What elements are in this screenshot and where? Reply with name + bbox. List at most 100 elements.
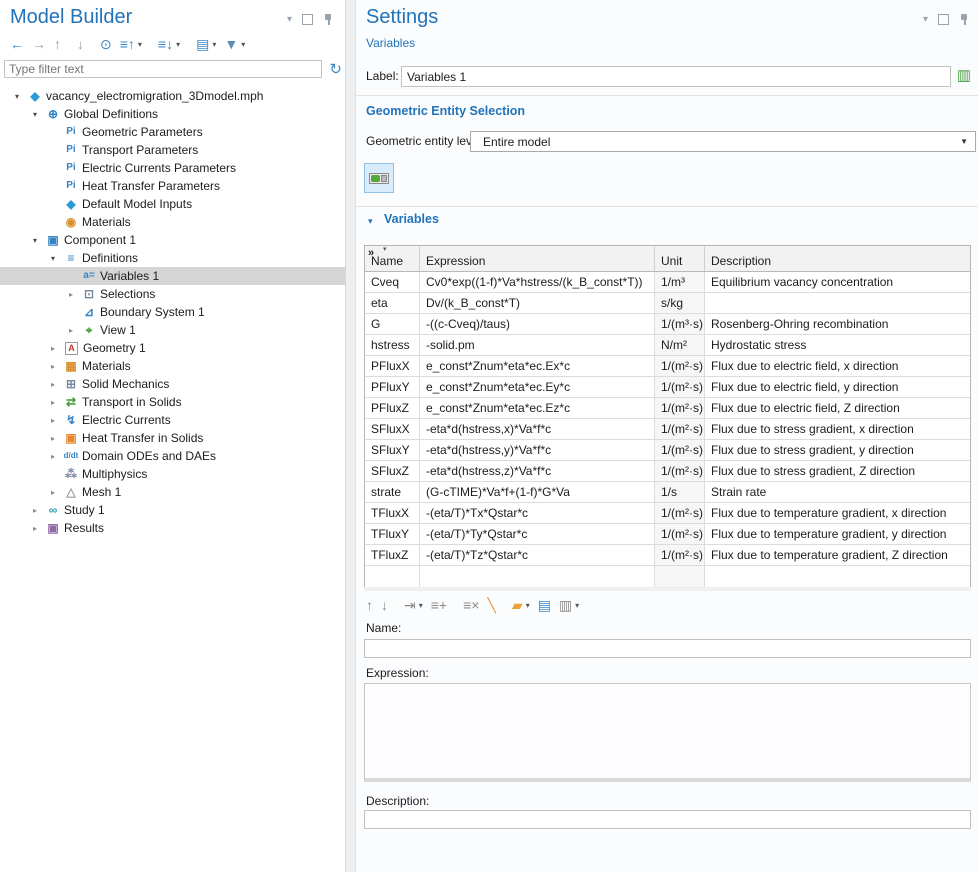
- tree-item-vacancy-electromigration-3dmodel-mph[interactable]: ▾◆vacancy_electromigration_3Dmodel.mph: [0, 87, 345, 105]
- cell-name[interactable]: PFluxY: [365, 377, 420, 397]
- expand-all-button[interactable]: ≡↑▾: [116, 34, 146, 54]
- refresh-icon[interactable]: ↻: [329, 60, 342, 78]
- cell-name[interactable]: [365, 566, 420, 587]
- expander-collapsed-icon[interactable]: ▸: [26, 506, 44, 515]
- cell-description[interactable]: Flux due to temperature gradient, x dire…: [705, 503, 970, 523]
- move-up-button[interactable]: ↑: [50, 34, 65, 54]
- column-header-description[interactable]: Description: [705, 246, 970, 271]
- expander-collapsed-icon[interactable]: ▸: [26, 524, 44, 533]
- cell-expression[interactable]: e_const*Znum*eta*ec.Ex*c: [420, 356, 655, 376]
- label-field-input[interactable]: [401, 66, 951, 87]
- tree-item-transport-in-solids[interactable]: ▸⇄Transport in Solids: [0, 393, 345, 411]
- cell-description[interactable]: Flux due to electric field, x direction: [705, 356, 970, 376]
- table-settings-dropdown[interactable]: ▾: [575, 601, 579, 610]
- tree-item-view-1[interactable]: ▸⌖View 1: [0, 321, 345, 339]
- cell-expression[interactable]: e_const*Znum*eta*ec.Ey*c: [420, 377, 655, 397]
- cell-description[interactable]: Flux due to temperature gradient, y dire…: [705, 524, 970, 544]
- move-up-button[interactable]: ↑: [362, 595, 377, 615]
- table-hscrollbar[interactable]: [364, 587, 971, 591]
- cell-unit[interactable]: 1/s: [655, 482, 705, 502]
- back-button[interactable]: ←: [6, 34, 28, 54]
- tree-item-definitions[interactable]: ▾≡Definitions: [0, 249, 345, 267]
- table-row-strate[interactable]: strate(G-cTIME)*Va*f+(1-f)*G*Va1/sStrain…: [365, 482, 970, 503]
- tree-item-geometry-1[interactable]: ▸AGeometry 1: [0, 339, 345, 357]
- table-row-tfluxz[interactable]: TFluxZ-(eta/T)*Tz*Qstar*c1/(m²·s)Flux du…: [365, 545, 970, 566]
- cell-name[interactable]: SFluxX: [365, 419, 420, 439]
- table-row-cveq[interactable]: CveqCv0*exp((1-f)*Va*hstress/(k_B_const*…: [365, 272, 970, 293]
- table-row-tfluxy[interactable]: TFluxY-(eta/T)*Ty*Qstar*c1/(m²·s)Flux du…: [365, 524, 970, 545]
- cell-description[interactable]: Equilibrium vacancy concentration: [705, 272, 970, 292]
- save-to-file-button[interactable]: ▤: [534, 595, 555, 615]
- cell-description[interactable]: Strain rate: [705, 482, 970, 502]
- cell-name[interactable]: SFluxY: [365, 440, 420, 460]
- cell-name[interactable]: TFluxX: [365, 503, 420, 523]
- collapse-all-dropdown[interactable]: ▾: [176, 40, 180, 49]
- cell-expression[interactable]: e_const*Znum*eta*ec.Ez*c: [420, 398, 655, 418]
- table-row-eta[interactable]: etaDv/(k_B_const*T)s/kg: [365, 293, 970, 314]
- name-field-input[interactable]: [364, 639, 971, 658]
- clear-table-button[interactable]: ╲: [483, 595, 499, 615]
- tree-item-mesh-1[interactable]: ▸△Mesh 1: [0, 483, 345, 501]
- cell-unit[interactable]: 1/(m²·s): [655, 398, 705, 418]
- tree-item-results[interactable]: ▸▣Results: [0, 519, 345, 537]
- float-panel-icon[interactable]: [938, 14, 949, 25]
- move-down-button[interactable]: ↓: [73, 34, 88, 54]
- table-row-tfluxx[interactable]: TFluxX-(eta/T)*Tx*Qstar*c1/(m²·s)Flux du…: [365, 503, 970, 524]
- column-options-dropdown[interactable]: ▾: [383, 245, 387, 253]
- cell-expression[interactable]: -(eta/T)*Ty*Qstar*c: [420, 524, 655, 544]
- tree-item-materials[interactable]: ◉Materials: [0, 213, 345, 231]
- expander-collapsed-icon[interactable]: ▸: [44, 362, 62, 371]
- cell-name[interactable]: hstress: [365, 335, 420, 355]
- collapse-panel-icon[interactable]: ▾: [287, 15, 292, 25]
- tree-item-study-1[interactable]: ▸∞Study 1: [0, 501, 345, 519]
- expander-collapsed-icon[interactable]: ▸: [44, 452, 62, 461]
- table-settings-button[interactable]: ▥▾: [555, 595, 583, 615]
- tree-item-geometric-parameters[interactable]: PiGeometric Parameters: [0, 123, 345, 141]
- collapse-panel-icon[interactable]: ▾: [923, 15, 928, 25]
- cell-description[interactable]: [705, 293, 970, 313]
- tree-item-boundary-system-1[interactable]: ⊿Boundary System 1: [0, 303, 345, 321]
- cell-unit[interactable]: 1/(m²·s): [655, 419, 705, 439]
- cell-expression[interactable]: -(eta/T)*Tz*Qstar*c: [420, 545, 655, 565]
- cell-description[interactable]: Flux due to stress gradient, Z direction: [705, 461, 970, 481]
- add-row-button[interactable]: ≡+: [427, 595, 451, 615]
- settings-subtitle[interactable]: Variables: [366, 36, 415, 50]
- cell-expression[interactable]: -eta*d(hstress,y)*Va*f*c: [420, 440, 655, 460]
- cell-description[interactable]: Flux due to electric field, Z direction: [705, 398, 970, 418]
- expander-collapsed-icon[interactable]: ▸: [62, 290, 80, 299]
- cell-name[interactable]: TFluxZ: [365, 545, 420, 565]
- tree-item-component-1[interactable]: ▾▣Component 1: [0, 231, 345, 249]
- cell-description[interactable]: Flux due to stress gradient, y direction: [705, 440, 970, 460]
- node-text-dropdown[interactable]: ▾: [212, 40, 216, 49]
- node-text-button[interactable]: ▤▾: [192, 34, 220, 54]
- tree-item-transport-parameters[interactable]: PiTransport Parameters: [0, 141, 345, 159]
- expander-collapsed-icon[interactable]: ▸: [44, 398, 62, 407]
- load-from-file-button[interactable]: ▰▾: [508, 595, 534, 615]
- expander-expanded-icon[interactable]: ▾: [26, 236, 44, 245]
- tree-item-solid-mechanics[interactable]: ▸⊞Solid Mechanics: [0, 375, 345, 393]
- column-header-name[interactable]: »▾Name: [365, 246, 420, 271]
- cell-name[interactable]: Cveq: [365, 272, 420, 292]
- column-header-unit[interactable]: Unit: [655, 246, 705, 271]
- cell-description[interactable]: Rosenberg-Ohring recombination: [705, 314, 970, 334]
- filter-button[interactable]: ▼▾: [220, 34, 249, 54]
- filter-dropdown[interactable]: ▾: [241, 40, 245, 49]
- cell-name[interactable]: eta: [365, 293, 420, 313]
- show-button[interactable]: ⊙: [96, 34, 116, 54]
- filter-input[interactable]: [4, 60, 322, 78]
- cell-expression[interactable]: -solid.pm: [420, 335, 655, 355]
- table-row-g[interactable]: G-((c-Cveq)/taus)1/(m³·s)Rosenberg-Ohrin…: [365, 314, 970, 335]
- tree-item-heat-transfer-in-solids[interactable]: ▸▣Heat Transfer in Solids: [0, 429, 345, 447]
- cell-name[interactable]: G: [365, 314, 420, 334]
- cell-description[interactable]: Hydrostatic stress: [705, 335, 970, 355]
- tree-item-domain-odes-and-daes[interactable]: ▸d/dtDomain ODEs and DAEs: [0, 447, 345, 465]
- cell-expression[interactable]: (G-cTIME)*Va*f+(1-f)*G*Va: [420, 482, 655, 502]
- cell-expression[interactable]: -(eta/T)*Tx*Qstar*c: [420, 503, 655, 523]
- expander-collapsed-icon[interactable]: ▸: [44, 434, 62, 443]
- tree-item-electric-currents[interactable]: ▸↯Electric Currents: [0, 411, 345, 429]
- tree-item-global-definitions[interactable]: ▾⊕Global Definitions: [0, 105, 345, 123]
- move-to-dropdown[interactable]: ▾: [419, 601, 423, 610]
- expander-expanded-icon[interactable]: ▾: [26, 110, 44, 119]
- expand-all-dropdown[interactable]: ▾: [138, 40, 142, 49]
- cell-unit[interactable]: 1/(m²·s): [655, 440, 705, 460]
